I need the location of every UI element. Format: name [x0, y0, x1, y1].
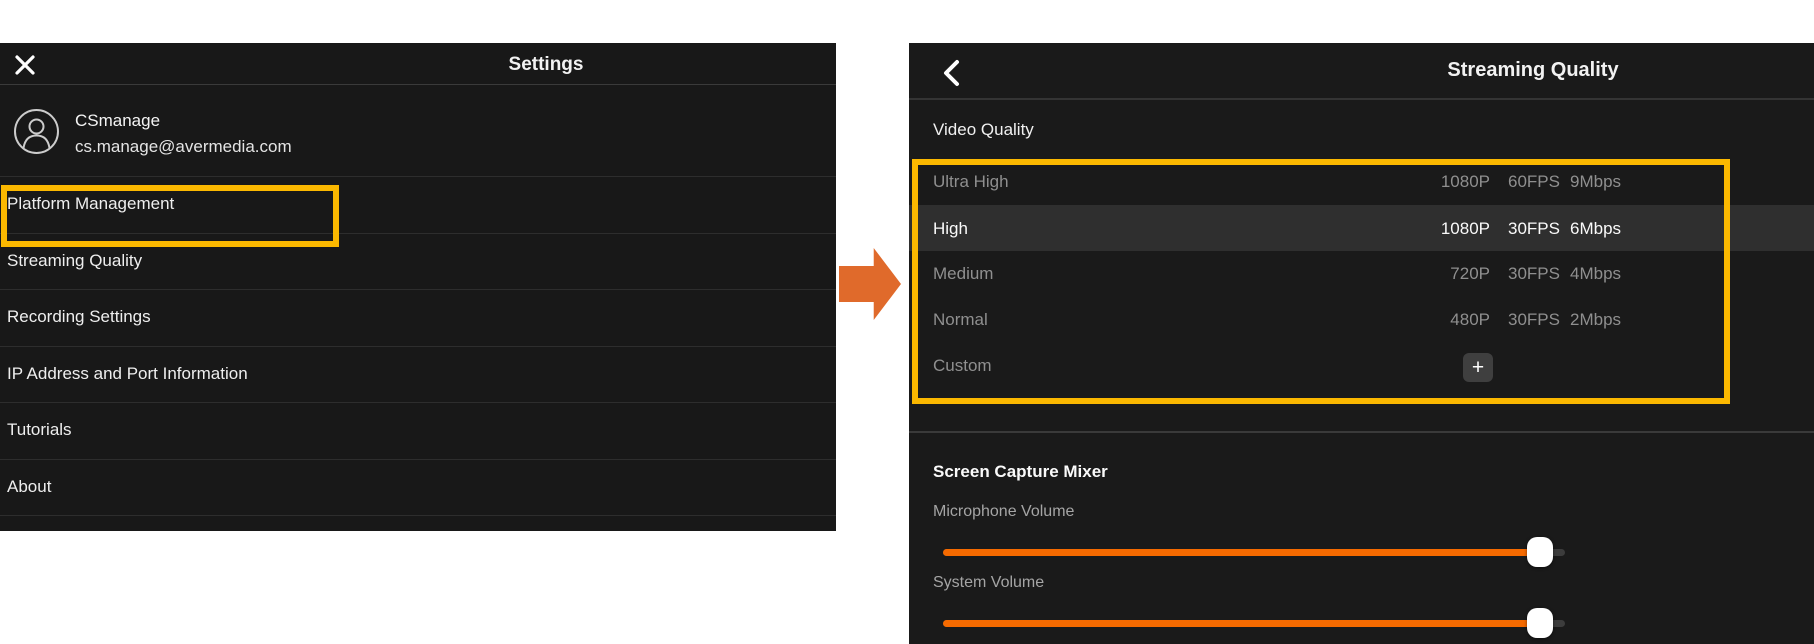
arrow-right-icon: [839, 248, 901, 320]
settings-menu: Platform Management Streaming Quality Reco…: [0, 177, 836, 530]
settings-screen: Settings CSmanage cs.manage@avermedia.co…: [0, 43, 836, 531]
sidebar-item-platform-management[interactable]: Platform Management: [0, 177, 836, 234]
quality-framerate: 30FPS: [1508, 264, 1560, 284]
sidebar-item-ip-address-and-port-information[interactable]: IP Address and Port Information: [0, 347, 836, 404]
account-email: cs.manage@avermedia.com: [75, 137, 292, 157]
close-icon[interactable]: [13, 53, 37, 77]
quality-option-high[interactable]: High 1080P 30FPS 6Mbps: [909, 205, 1814, 251]
person-circle-icon: [13, 108, 60, 155]
sidebar-item-label: Platform Management: [7, 194, 174, 213]
sidebar-item-about[interactable]: About: [0, 460, 836, 517]
sidebar-item-streaming-quality[interactable]: Streaming Quality: [0, 234, 836, 291]
video-quality-list: Ultra High 1080P 60FPS 9Mbps High 1080P 30FPS 6…: [909, 159, 1814, 395]
mixer-sliders: Microphone Volume System Volume: [909, 497, 1814, 639]
quality-resolution: 480P: [1410, 310, 1490, 330]
quality-option-normal[interactable]: Normal 480P 30FPS 2Mbps: [909, 297, 1814, 343]
microphone-volume-slider[interactable]: [943, 537, 1565, 567]
slider-group-microphone-volume: Microphone Volume: [909, 497, 1814, 568]
quality-resolution: 720P: [1410, 264, 1490, 284]
slider-label: System Volume: [933, 574, 1044, 592]
quality-option-label: Normal: [933, 310, 988, 330]
settings-footer-strip: [0, 516, 836, 530]
system-volume-slider[interactable]: [943, 608, 1565, 638]
sidebar-item-label: Tutorials: [7, 420, 72, 439]
sidebar-item-recording-settings[interactable]: Recording Settings: [0, 290, 836, 347]
quality-option-label: Medium: [933, 264, 993, 284]
quality-resolution: 1080P: [1410, 219, 1490, 239]
account-name: CSmanage: [75, 111, 160, 131]
quality-option-custom[interactable]: Custom +: [909, 343, 1814, 395]
streaming-quality-header: Streaming Quality: [909, 43, 1814, 100]
quality-resolution: 1080P: [1410, 172, 1490, 192]
slider-track[interactable]: [943, 620, 1565, 627]
chevron-left-icon[interactable]: [939, 59, 965, 87]
streaming-quality-title: Streaming Quality: [1447, 59, 1618, 82]
slider-fill: [943, 620, 1540, 627]
quality-option-label: Custom: [933, 356, 992, 376]
slider-label: Microphone Volume: [933, 503, 1074, 521]
slider-track[interactable]: [943, 549, 1565, 556]
screen-capture-mixer-title: Screen Capture Mixer: [933, 462, 1108, 482]
quality-option-label: High: [933, 219, 968, 239]
sidebar-item-tutorials[interactable]: Tutorials: [0, 403, 836, 460]
streaming-quality-screen: Streaming Quality Video Quality Ultra Hi…: [909, 43, 1814, 644]
slider-fill: [943, 549, 1540, 556]
quality-option-ultra-high[interactable]: Ultra High 1080P 60FPS 9Mbps: [909, 159, 1814, 205]
sidebar-item-label: About: [7, 477, 51, 496]
quality-framerate: 30FPS: [1508, 219, 1560, 239]
quality-bitrate: 6Mbps: [1570, 219, 1621, 239]
settings-header: Settings: [0, 43, 836, 85]
sidebar-item-label: IP Address and Port Information: [7, 364, 248, 383]
account-row[interactable]: CSmanage cs.manage@avermedia.com: [0, 86, 836, 177]
quality-bitrate: 4Mbps: [1570, 264, 1621, 284]
quality-option-medium[interactable]: Medium 720P 30FPS 4Mbps: [909, 251, 1814, 297]
quality-framerate: 30FPS: [1508, 310, 1560, 330]
quality-bitrate: 9Mbps: [1570, 172, 1621, 192]
quality-bitrate: 2Mbps: [1570, 310, 1621, 330]
quality-option-label: Ultra High: [933, 172, 1009, 192]
sidebar-item-label: Streaming Quality: [7, 251, 142, 270]
quality-framerate: 60FPS: [1508, 172, 1560, 192]
add-custom-quality-button[interactable]: +: [1463, 353, 1493, 382]
sidebar-item-label: Recording Settings: [7, 307, 151, 326]
slider-thumb[interactable]: [1527, 537, 1553, 567]
slider-thumb[interactable]: [1527, 608, 1553, 638]
tutorial-canvas: Settings CSmanage cs.manage@avermedia.co…: [0, 0, 1814, 644]
video-quality-section-label: Video Quality: [933, 120, 1034, 140]
settings-title: Settings: [509, 54, 584, 76]
slider-group-system-volume: System Volume: [909, 568, 1814, 639]
section-divider: [909, 431, 1814, 433]
